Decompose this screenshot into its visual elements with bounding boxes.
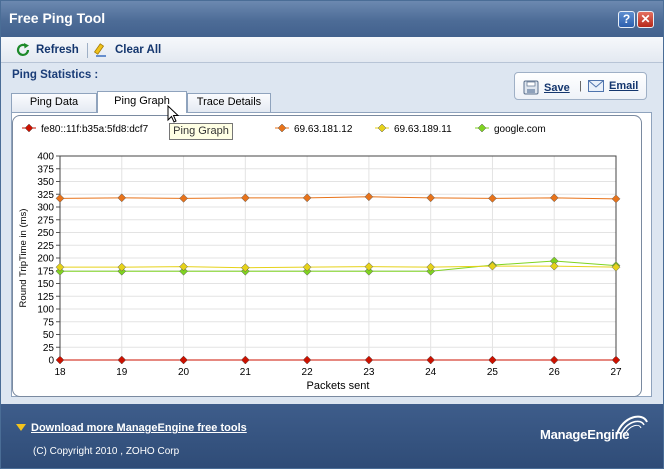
y-tick-label: 400 [37, 152, 54, 163]
data-point [179, 262, 188, 272]
actions-box: Save | Email [514, 72, 647, 100]
download-tools-link[interactable]: Download more ManageEngine free tools [31, 422, 247, 434]
data-point [240, 355, 250, 365]
y-tick-label: 175 [37, 266, 54, 277]
data-point [55, 193, 65, 203]
download-arrow-icon [16, 424, 26, 431]
y-tick-label: 200 [37, 254, 54, 265]
y-tick-label: 350 [37, 177, 54, 188]
legend-label: 69.63.189.11 [394, 124, 452, 135]
data-point [611, 194, 621, 204]
x-tick-label: 27 [610, 367, 622, 378]
close-button[interactable]: ✕ [637, 11, 654, 28]
series-line [60, 265, 617, 269]
envelope-icon [588, 80, 604, 92]
y-tick-label: 375 [37, 164, 54, 175]
email-button[interactable]: Email [588, 80, 638, 92]
save-button[interactable]: Save [523, 80, 570, 95]
data-point [302, 355, 312, 365]
legend-marker [24, 123, 34, 133]
save-icon [523, 80, 539, 95]
x-tick-label: 22 [302, 367, 314, 378]
refresh-button[interactable]: Refresh [15, 41, 79, 59]
tab-ping-data[interactable]: Ping Data [11, 93, 97, 112]
x-tick-label: 26 [549, 367, 561, 378]
x-axis-label: Packets sent [307, 380, 370, 392]
legend-label: 69.63.181.12 [294, 124, 353, 135]
data-point [426, 193, 436, 203]
y-tick-label: 125 [37, 292, 54, 303]
x-tick-label: 20 [178, 367, 190, 378]
x-tick-label: 25 [487, 367, 499, 378]
data-point [549, 261, 559, 271]
y-tick-label: 250 [37, 228, 54, 239]
refresh-icon [16, 43, 30, 56]
ping-chart: fe80::11f:b35a:5fd8:dcf7.8769.63.181.126… [18, 123, 622, 392]
y-tick-label: 225 [37, 241, 54, 252]
data-point [549, 355, 559, 365]
data-point [302, 193, 312, 203]
actions-separator: | [579, 80, 582, 92]
footer: Download more ManageEngine free tools (C… [1, 404, 663, 468]
brand-swirl-icon [616, 415, 648, 435]
data-point [240, 193, 250, 203]
x-tick-label: 23 [363, 367, 375, 378]
data-point [117, 355, 127, 365]
y-tick-label: 150 [37, 279, 54, 290]
app-window: Free Ping Tool ? ✕ Refresh Clear All Pin… [0, 0, 664, 469]
x-tick-label: 24 [425, 367, 437, 378]
data-point [488, 355, 497, 365]
ping-statistics-label: Ping Statistics : [12, 69, 99, 81]
y-tick-label: 25 [43, 343, 55, 354]
y-tick-label: 325 [37, 190, 54, 201]
data-point [364, 262, 374, 272]
copyright-text: (C) Copyright 2010 , ZOHO Corp [33, 446, 180, 457]
mouse-cursor-icon [167, 105, 179, 123]
email-label: Email [609, 80, 639, 92]
data-point [611, 355, 621, 365]
y-tick-label: 100 [37, 305, 54, 316]
refresh-label: Refresh [36, 44, 79, 56]
eraser-icon [94, 43, 106, 57]
title-bar: Free Ping Tool ? ✕ [1, 1, 663, 37]
clear-all-label: Clear All [115, 44, 162, 56]
data-point [364, 355, 374, 365]
x-tick-label: 19 [116, 367, 128, 378]
y-tick-label: 275 [37, 215, 54, 226]
legend-marker [477, 123, 487, 133]
y-tick-label: 0 [48, 356, 54, 367]
y-tick-label: 75 [43, 317, 55, 328]
help-button[interactable]: ? [618, 11, 635, 28]
y-tick-label: 300 [37, 203, 54, 214]
x-tick-label: 21 [240, 367, 252, 378]
data-point [426, 355, 436, 365]
toolbar-divider [87, 43, 88, 58]
tab-tooltip: Ping Graph [169, 123, 233, 140]
legend-marker [377, 123, 387, 133]
data-point [179, 355, 188, 365]
data-point [117, 193, 127, 203]
data-point [488, 261, 497, 271]
ping-graph-frame: fe80::11f:b35a:5fd8:dcf7.8769.63.181.126… [12, 115, 642, 397]
save-label: Save [544, 81, 570, 94]
series-line [59, 196, 617, 200]
legend-marker [277, 123, 287, 133]
legend-label: fe80::11f:b35a:5fd8:dcf7 [41, 124, 149, 135]
data-point [55, 355, 65, 365]
x-tick-label: 18 [54, 367, 66, 378]
window-title: Free Ping Tool [9, 10, 106, 26]
y-tick-label: 50 [43, 330, 55, 341]
y-axis-label: Round TripTime in (ms) [18, 209, 29, 308]
clear-all-button[interactable]: Clear All [94, 41, 161, 59]
toolbar: Refresh Clear All [1, 37, 663, 63]
data-point [179, 193, 188, 203]
tab-trace-details[interactable]: Trace Details [187, 93, 271, 112]
legend-label: google.com [494, 124, 546, 135]
data-point [488, 193, 497, 203]
data-point [549, 193, 559, 203]
